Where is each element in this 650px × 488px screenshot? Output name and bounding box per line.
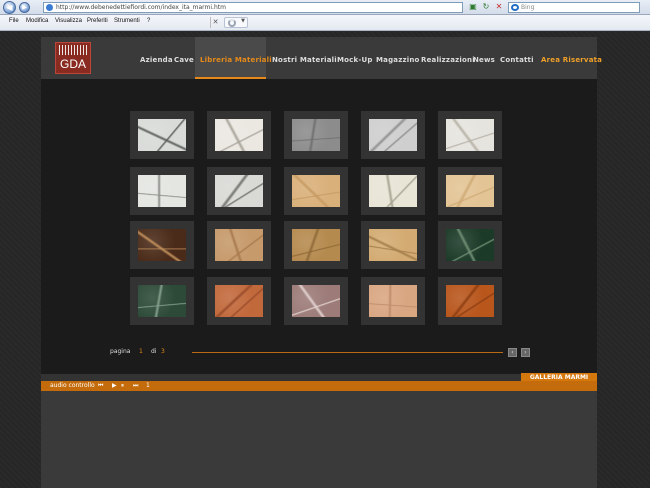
material-swatch (292, 229, 340, 261)
site-header: GDA Azienda Cave Libreria Materiali Nost… (41, 37, 602, 80)
material-swatch (369, 175, 417, 207)
gda-logo[interactable]: GDA (55, 42, 91, 74)
back-button[interactable]: ◀ (3, 1, 16, 14)
audio-track-number: 1 (146, 382, 150, 389)
nav-mock-up[interactable]: Mock-Up (337, 56, 373, 64)
material-swatch (446, 119, 494, 151)
browser-toolbar: ◀ ▶ http://www.debenedettiefiordi.com/in… (0, 0, 650, 15)
material-swatch (138, 285, 186, 317)
menu-strumenti[interactable]: Strumenti (114, 18, 140, 24)
nav-contatti[interactable]: Contatti (500, 56, 534, 64)
nav-magazzino[interactable]: Magazzino (376, 56, 420, 64)
nav-area-riservata[interactable]: Area Riservata (541, 56, 602, 64)
loading-tab[interactable]: ▼ (224, 17, 248, 28)
site-container: GDA Azienda Cave Libreria Materiali Nost… (41, 37, 602, 488)
search-input[interactable]: Bing (508, 2, 640, 13)
material-swatch (369, 285, 417, 317)
audio-first-icon[interactable]: ⏮ (98, 382, 103, 390)
chevron-down-icon: ▼ (241, 18, 245, 24)
nav-news[interactable]: News (473, 56, 495, 64)
material-tile[interactable] (438, 277, 502, 325)
material-tile[interactable] (207, 167, 271, 215)
material-swatch (292, 285, 340, 317)
pager-of: di (151, 348, 157, 355)
refresh-icon[interactable]: ↻ (481, 2, 491, 12)
material-swatch (446, 229, 494, 261)
page-icon (46, 4, 53, 11)
material-tile[interactable] (130, 277, 194, 325)
material-swatch (215, 175, 263, 207)
material-tile[interactable] (207, 221, 271, 269)
bing-icon (511, 4, 519, 11)
material-swatch (446, 175, 494, 207)
pause-icon[interactable]: ⏸ (121, 382, 124, 390)
material-swatch (138, 119, 186, 151)
nav-nostri-materiali[interactable]: Nostri Materiali (272, 56, 337, 64)
material-tile[interactable] (438, 111, 502, 159)
material-tile[interactable] (284, 221, 348, 269)
site-footer (41, 391, 597, 488)
material-swatch (138, 175, 186, 207)
nav-libreria-materiali[interactable]: Libreria Materiali (200, 56, 272, 64)
pager-progress-line (192, 352, 503, 353)
pager-total-pages: 3 (161, 348, 165, 355)
prev-page-button[interactable]: ‹ (508, 348, 517, 357)
search-placeholder: Bing (521, 4, 535, 11)
pager-current-page[interactable]: 1 (139, 348, 143, 355)
material-tile[interactable] (361, 277, 425, 325)
material-tile[interactable] (207, 111, 271, 159)
material-tile[interactable] (438, 167, 502, 215)
address-text: http://www.debenedettiefiordi.com/index_… (56, 4, 226, 11)
material-tile[interactable] (284, 277, 348, 325)
play-icon[interactable]: ▶ (112, 382, 117, 389)
audio-bar: audio controllo ⏮ ▶ ⏸ ⏭ 1 (41, 381, 597, 391)
material-swatch (369, 119, 417, 151)
menu-file[interactable]: File (9, 18, 19, 24)
material-swatch (215, 229, 263, 261)
logo-stripes-icon (59, 45, 88, 55)
material-tile[interactable] (361, 221, 425, 269)
material-swatch (369, 229, 417, 261)
stop-icon[interactable]: ✕ (494, 2, 504, 12)
next-page-button[interactable]: › (521, 348, 530, 357)
material-swatch (446, 285, 494, 317)
nav-azienda[interactable]: Azienda (140, 56, 173, 64)
material-tile[interactable] (361, 111, 425, 159)
material-tile[interactable] (130, 167, 194, 215)
material-tile[interactable] (361, 167, 425, 215)
menu-modifica[interactable]: Modifica (26, 18, 48, 24)
material-tile[interactable] (207, 277, 271, 325)
close-tab-icon[interactable]: ✕ (210, 17, 220, 28)
nav-cave[interactable]: Cave (174, 56, 194, 64)
nav-realizzazioni[interactable]: Realizzazioni (421, 56, 475, 64)
gallery-strip (41, 374, 597, 381)
logo-text: GDA (59, 57, 86, 71)
loading-icon (228, 19, 236, 27)
material-swatch (292, 119, 340, 151)
material-swatch (215, 285, 263, 317)
material-tile[interactable] (438, 221, 502, 269)
material-tile[interactable] (284, 111, 348, 159)
audio-next-icon[interactable]: ⏭ (133, 382, 138, 390)
material-tile[interactable] (130, 111, 194, 159)
material-swatch (215, 119, 263, 151)
address-bar[interactable]: http://www.debenedettiefiordi.com/index_… (43, 2, 463, 13)
pager-label: pagina (110, 348, 131, 355)
material-tile[interactable] (284, 167, 348, 215)
menu-help[interactable]: ? (147, 18, 150, 24)
audio-label: audio controllo (50, 382, 95, 389)
material-swatch (138, 229, 186, 261)
menu-visualizza[interactable]: Visualizza (55, 18, 82, 24)
forward-button[interactable]: ▶ (19, 2, 30, 13)
material-swatch (292, 175, 340, 207)
menu-bar: File Modifica Visualizza Preferiti Strum… (0, 15, 650, 31)
menu-preferiti[interactable]: Preferiti (87, 18, 108, 24)
materials-gallery (41, 79, 597, 375)
compatibility-icon[interactable]: ▣ (468, 2, 478, 12)
material-tile[interactable] (130, 221, 194, 269)
